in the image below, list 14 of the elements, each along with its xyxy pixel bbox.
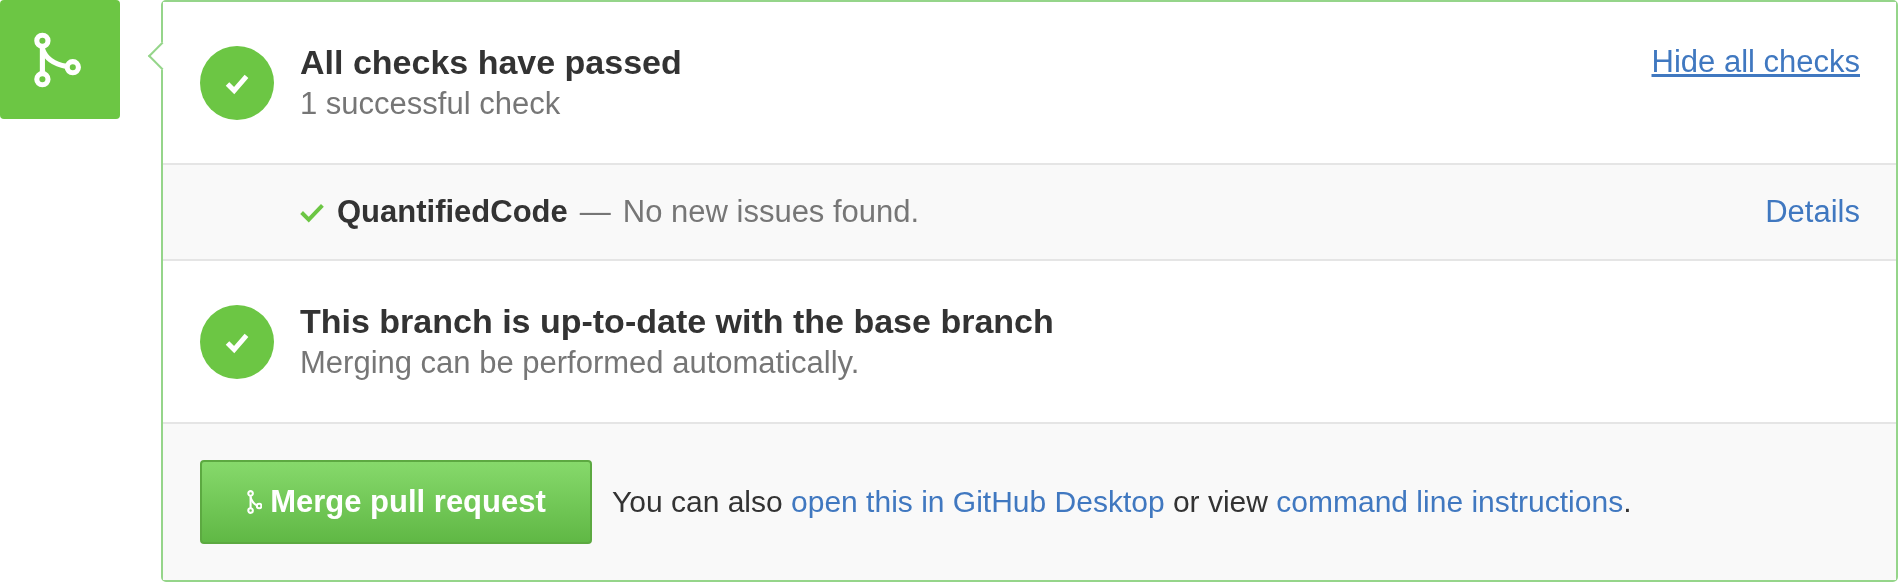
section-title: This branch is up-to-date with the base branch (300, 302, 1054, 341)
section-title: All checks have passed (300, 43, 682, 82)
section-subtitle: 1 successful check (300, 86, 561, 122)
separator-dash: — (579, 194, 611, 230)
check-description: No new issues found. (622, 194, 921, 230)
hide-checks-link[interactable]: Hide all checks (1651, 44, 1860, 80)
text-link[interactable]: command line instructions (1276, 485, 1624, 518)
merge-note: You can also open this in GitHub Desktop or view command line instructions. (612, 485, 1632, 519)
merge-icon (246, 487, 263, 517)
text-link[interactable]: open this in GitHub Desktop (791, 485, 1165, 518)
section-subtitle: Merging can be performed automatically. (300, 345, 860, 381)
check-name: QuantifiedCode (337, 194, 568, 230)
merge-badge-icon (0, 0, 120, 119)
details-link[interactable]: Details (1765, 194, 1860, 230)
